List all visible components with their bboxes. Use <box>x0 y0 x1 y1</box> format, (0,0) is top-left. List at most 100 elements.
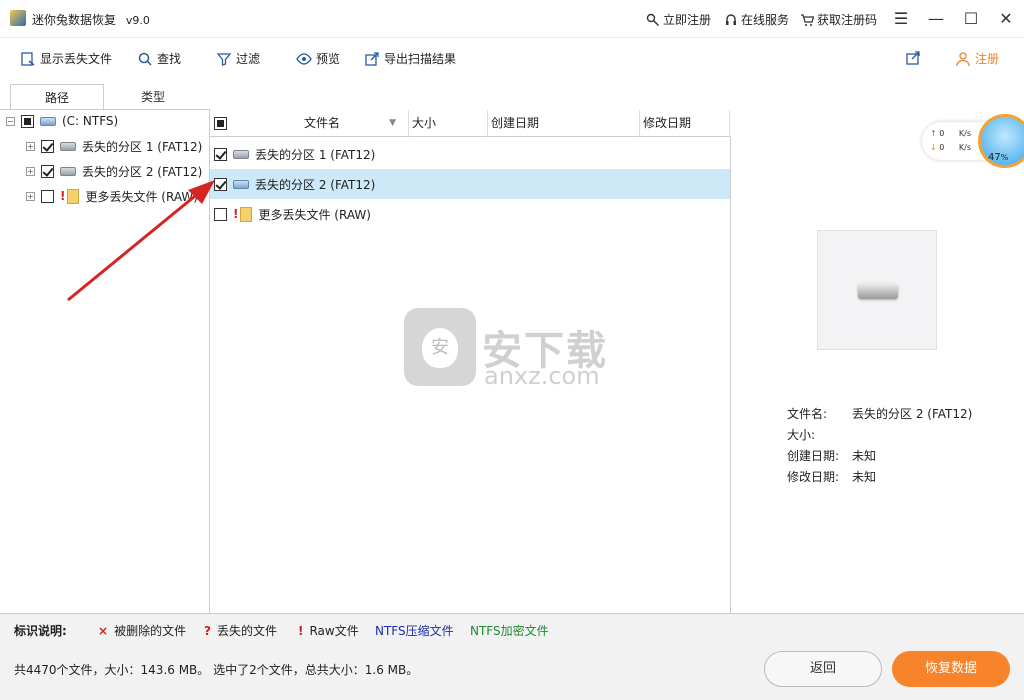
expand-icon[interactable]: + <box>26 141 35 151</box>
toolbar: 显示丢失文件 查找 过滤 预览 导出扫描结果 注册 <box>0 38 1024 80</box>
export-results-label: 导出扫描结果 <box>384 52 457 66</box>
lost-mark-icon: ! <box>60 189 66 203</box>
tree-item-checkbox[interactable] <box>41 139 54 153</box>
headset-icon <box>726 13 736 25</box>
minimize-icon[interactable]: — <box>926 8 946 28</box>
drive-icon <box>233 149 249 159</box>
table-row[interactable]: ! 更多丢失文件 (RAW) <box>210 199 730 229</box>
tree-item[interactable]: + 丢失的分区 1 (FAT12) <box>26 136 202 156</box>
sort-desc-icon: ▼ <box>389 118 396 128</box>
show-lost-files-button[interactable]: 显示丢失文件 <box>20 50 112 67</box>
drive-icon <box>60 166 76 176</box>
legend-deleted: × 被删除的文件 <box>98 623 187 639</box>
select-all-cell <box>214 110 236 137</box>
status-summary: 共4470个文件，大小：143.6 MB。 选中了2个文件，总共大小：1.6 M… <box>14 663 419 677</box>
info-created: 创建日期: 未知 <box>787 447 876 464</box>
view-tabs: 路径 类型 <box>0 80 210 110</box>
select-all-checkbox[interactable] <box>214 117 227 130</box>
download-arrow-icon: ↓ <box>930 143 937 152</box>
show-lost-files-icon <box>21 51 35 66</box>
find-button[interactable]: 查找 <box>137 50 181 67</box>
get-code-label: 获取注册码 <box>817 13 878 27</box>
row-filename: 丢失的分区 2 (FAT12) <box>255 177 376 192</box>
upload-arrow-icon: ↑ <box>930 129 937 138</box>
filename-label: 文件名: <box>787 407 828 421</box>
folder-icon <box>67 188 80 204</box>
table-header: 文件名 ▼ 大小 创建日期 修改日期 <box>210 110 731 137</box>
table-row[interactable]: 丢失的分区 1 (FAT12) <box>210 139 730 169</box>
maximize-icon[interactable]: ☐ <box>961 8 981 28</box>
row-checkbox[interactable] <box>214 177 227 191</box>
tree-item[interactable]: + 丢失的分区 2 (FAT12) <box>26 161 202 181</box>
close-icon[interactable]: ✕ <box>996 8 1016 28</box>
tab-type[interactable]: 类型 <box>106 84 200 110</box>
column-name-label: 文件名 <box>303 116 340 130</box>
get-code-link[interactable]: 获取注册码 <box>800 11 877 28</box>
upload-speed: ↑ 0 K/s <box>930 129 971 138</box>
show-lost-files-label: 显示丢失文件 <box>40 52 113 66</box>
legend-lost: ? 丢失的文件 <box>204 623 277 639</box>
cart-icon <box>801 13 814 26</box>
legend-bar: 标识说明: × 被删除的文件 ? 丢失的文件 ! Raw文件 NTFS压缩文件 … <box>0 613 1024 643</box>
legend-ntfs-encrypted: NTFS加密文件 <box>470 624 549 638</box>
app-logo-icon <box>10 10 26 26</box>
tree-item-label: 丢失的分区 1 (FAT12) <box>82 139 203 154</box>
tab-path[interactable]: 路径 <box>10 84 104 110</box>
lost-mark-icon: ? <box>204 623 211 638</box>
key-icon <box>646 13 659 26</box>
column-header-size[interactable]: 大小 <box>409 110 488 137</box>
size-label: 大小: <box>787 428 816 442</box>
memory-percent: 47% <box>988 152 1009 163</box>
created-label: 创建日期: <box>787 449 840 463</box>
tree-item-label: 更多丢失文件 (RAW) <box>85 189 198 204</box>
drive-icon <box>858 283 898 299</box>
status-bar: 共4470个文件，大小：143.6 MB。 选中了2个文件，总共大小：1.6 M… <box>0 643 1024 700</box>
register-now-label: 立即注册 <box>663 13 712 27</box>
drive-icon <box>40 116 56 126</box>
info-filename: 文件名: 丢失的分区 2 (FAT12) <box>787 405 972 422</box>
preview-button[interactable]: 预览 <box>296 50 340 67</box>
preview-pane: 文件名: 丢失的分区 2 (FAT12) 大小: 创建日期: 未知 修改日期: … <box>732 110 1024 613</box>
download-speed: ↓ 0 K/s <box>930 143 971 152</box>
drive-icon <box>60 141 76 151</box>
register-now-link[interactable]: 立即注册 <box>646 11 711 28</box>
register-label: 注册 <box>975 52 1000 66</box>
expand-icon[interactable]: + <box>26 191 35 201</box>
collapse-icon[interactable]: − <box>6 116 15 126</box>
tree-pane: − (C: NTFS) + 丢失的分区 1 (FAT12) + 丢失的分区 2 … <box>0 110 210 613</box>
search-icon <box>138 52 152 66</box>
tree-item-label: 丢失的分区 2 (FAT12) <box>82 164 203 179</box>
row-checkbox[interactable] <box>214 207 227 221</box>
modified-value: 未知 <box>852 470 877 484</box>
online-service-label: 在线服务 <box>741 13 790 27</box>
share-button[interactable] <box>905 50 921 66</box>
watermark-logo: 安 <box>404 308 476 386</box>
column-header-name[interactable]: 文件名 ▼ <box>236 110 409 137</box>
legend-title: 标识说明: <box>14 624 67 638</box>
register-button[interactable]: 注册 <box>955 50 999 67</box>
expand-icon[interactable]: + <box>26 166 35 176</box>
table-row[interactable]: 丢失的分区 2 (FAT12) <box>210 169 730 199</box>
filter-icon <box>216 52 232 66</box>
tree-item-checkbox[interactable] <box>41 164 54 178</box>
raw-mark-icon: ! <box>298 623 304 638</box>
user-icon <box>956 51 970 66</box>
filename-value: 丢失的分区 2 (FAT12) <box>852 407 973 421</box>
column-header-modified[interactable]: 修改日期 <box>640 110 730 137</box>
filter-button[interactable]: 过滤 <box>216 50 260 67</box>
menu-icon[interactable]: ☰ <box>891 8 911 28</box>
info-size: 大小: <box>787 426 852 443</box>
eye-icon <box>296 52 312 65</box>
online-service-link[interactable]: 在线服务 <box>724 11 789 28</box>
column-header-created[interactable]: 创建日期 <box>488 110 640 137</box>
tree-item-checkbox[interactable] <box>41 189 54 203</box>
recover-data-button[interactable]: 恢复数据 <box>892 651 1010 687</box>
tree-item[interactable]: + ! 更多丢失文件 (RAW) <box>26 186 206 206</box>
deleted-mark-icon: × <box>98 623 109 638</box>
created-value: 未知 <box>852 449 877 463</box>
tree-root-checkbox[interactable] <box>21 114 34 128</box>
tree-root[interactable]: − (C: NTFS) <box>6 111 118 131</box>
export-results-button[interactable]: 导出扫描结果 <box>364 50 456 67</box>
row-checkbox[interactable] <box>214 147 227 161</box>
back-button[interactable]: 返回 <box>764 651 882 687</box>
